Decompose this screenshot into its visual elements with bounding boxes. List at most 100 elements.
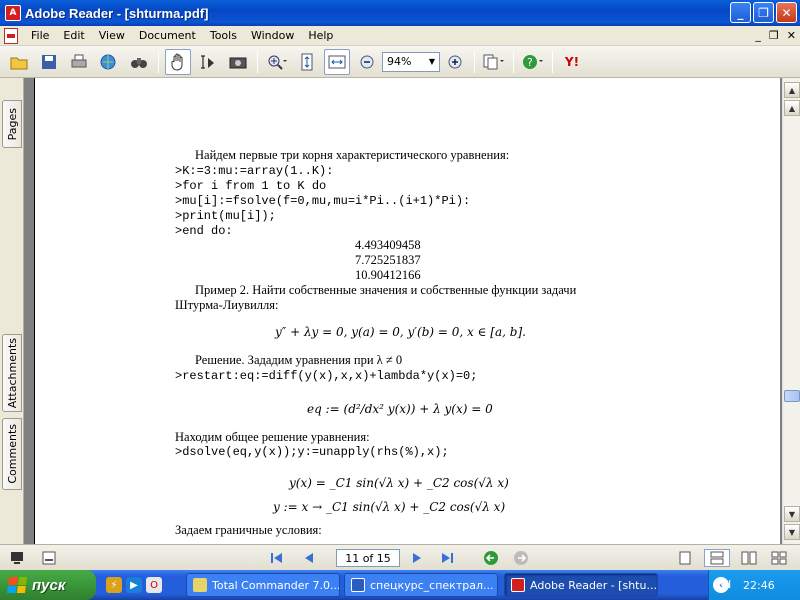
svg-text:?: ? xyxy=(527,56,533,69)
previous-page-icon[interactable] xyxy=(300,549,318,567)
go-forward-icon[interactable] xyxy=(512,549,530,567)
scroll-page-up-icon[interactable]: ▲ xyxy=(784,100,800,116)
single-page-view-icon[interactable] xyxy=(676,549,694,567)
tab-attachments-label: Attachments xyxy=(5,337,19,409)
select-text-icon[interactable] xyxy=(195,49,221,75)
page-number-field[interactable]: 11 of 15 xyxy=(336,549,400,567)
yahoo-icon[interactable]: Y! xyxy=(559,49,585,75)
pdf-page: Найдем первые три корня характеристическ… xyxy=(34,78,780,544)
zoom-level-value: 94% xyxy=(387,55,412,68)
task-total-commander[interactable]: Total Commander 7.0... xyxy=(186,573,340,597)
tab-comments[interactable]: Comments xyxy=(2,418,22,490)
word-document-icon xyxy=(351,578,365,592)
doc-text-line: Решение. Зададим уравнения при λ ≠ 0 xyxy=(195,353,403,367)
print-icon[interactable] xyxy=(66,49,92,75)
quick-launch-app-icon[interactable]: ⚡ xyxy=(106,577,122,593)
binoculars-icon[interactable] xyxy=(126,49,152,75)
zoom-in-tool-icon[interactable] xyxy=(264,49,290,75)
snapshot-camera-icon[interactable] xyxy=(225,49,251,75)
menu-file[interactable]: File xyxy=(24,27,56,44)
close-button[interactable]: ✕ xyxy=(776,2,797,23)
menu-bar: File Edit View Document Tools Window Hel… xyxy=(0,26,800,46)
doc-code-line: >for i from 1 to K do xyxy=(175,179,327,193)
open-folder-icon[interactable] xyxy=(6,49,32,75)
zoom-out-icon[interactable] xyxy=(354,49,380,75)
menu-tools[interactable]: Tools xyxy=(203,27,244,44)
task-adobe-reader[interactable]: Adobe Reader - [shtu... xyxy=(504,573,658,597)
doc-equation: y(x) = _C1 sin(√λ x) + _C2 cos(√λ x) xyxy=(289,476,509,490)
email-globe-icon[interactable] xyxy=(96,49,122,75)
task-label: спецкурс_спектрал... xyxy=(370,578,494,592)
doc-text-line: Найдем первые три корня характеристическ… xyxy=(195,148,510,162)
scroll-down-icon[interactable]: ▼ xyxy=(784,524,800,540)
tab-pages-label: Pages xyxy=(5,107,19,141)
tab-pages[interactable]: Pages xyxy=(2,100,22,148)
scroll-up-icon[interactable]: ▲ xyxy=(784,82,800,98)
minimize-button[interactable]: _ xyxy=(730,2,751,23)
scroll-thumb[interactable] xyxy=(784,390,800,402)
start-label: пуск xyxy=(32,576,66,594)
toolbar-separator xyxy=(552,50,553,73)
media-player-icon[interactable]: ▶ xyxy=(126,577,142,593)
toolbar-separator xyxy=(474,50,475,73)
continuous-view-icon[interactable] xyxy=(704,549,730,567)
next-page-icon[interactable] xyxy=(408,549,426,567)
menu-window[interactable]: Window xyxy=(244,27,301,44)
doc-restore-button[interactable]: ❐ xyxy=(769,29,779,42)
doc-output-value: 10.90412166 xyxy=(355,268,421,282)
adobe-reader-icon: A xyxy=(5,5,21,21)
quick-launch: ⚡ ▶ O xyxy=(106,577,162,593)
doc-text-line: Штурма-Лиувилля: xyxy=(175,298,279,312)
save-icon[interactable] xyxy=(36,49,62,75)
menu-document[interactable]: Document xyxy=(132,27,203,44)
doc-code-line: >dsolve(eq,y(x));y:=unapply(rhs(%),x); xyxy=(175,445,449,459)
start-button[interactable]: пуск xyxy=(0,570,96,600)
zoom-in-icon[interactable] xyxy=(442,49,468,75)
hand-tool-icon[interactable] xyxy=(165,48,191,75)
last-page-icon[interactable] xyxy=(438,549,456,567)
windows-logo-icon xyxy=(6,577,28,593)
facing-view-icon[interactable] xyxy=(740,549,758,567)
total-commander-icon xyxy=(193,578,207,592)
doc-minimize-button[interactable]: _ xyxy=(755,29,761,42)
chevron-down-icon[interactable]: ▼ xyxy=(425,53,439,71)
task-label: Total Commander 7.0... xyxy=(212,578,340,592)
menu-help[interactable]: Help xyxy=(301,27,340,44)
doc-equation: eq := (d²/dx² y(x)) + λ y(x) = 0 xyxy=(307,402,493,416)
pdf-document-icon[interactable] xyxy=(4,27,18,44)
page-thumbnail-icon[interactable] xyxy=(40,549,58,567)
doc-text-line: Задаем граничные условия: xyxy=(175,523,322,537)
page-layout-icon[interactable] xyxy=(481,49,507,75)
doc-text-line: Находим общее решение уравнения: xyxy=(175,430,370,444)
navigation-pane: Pages Attachments Comments xyxy=(0,78,24,544)
toolbar-separator xyxy=(513,50,514,73)
zoom-level-field[interactable]: 94% ▼ xyxy=(382,51,440,72)
windows-taskbar: пуск ⚡ ▶ O Total Commander 7.0... спецку… xyxy=(0,570,800,600)
language-indicator[interactable]: EN xyxy=(716,578,731,591)
fit-width-icon[interactable] xyxy=(324,48,350,75)
document-view[interactable]: Найдем первые три корня характеристическ… xyxy=(24,78,782,544)
first-page-icon[interactable] xyxy=(268,549,286,567)
fit-height-icon[interactable] xyxy=(294,49,320,75)
toolbar-separator xyxy=(257,50,258,73)
menu-view[interactable]: View xyxy=(92,27,132,44)
help-icon[interactable]: ? xyxy=(520,49,546,75)
scroll-page-down-icon[interactable]: ▼ xyxy=(784,506,800,522)
doc-code-line: >mu[i]:=fsolve(f=0,mu,mu=i*Pi..(i+1)*Pi)… xyxy=(175,194,471,208)
continuous-facing-view-icon[interactable] xyxy=(770,549,788,567)
opera-icon[interactable]: O xyxy=(146,577,162,593)
menu-edit[interactable]: Edit xyxy=(56,27,91,44)
doc-equation: y″ + λy = 0, y(a) = 0, y′(b) = 0, x ∈ [a… xyxy=(275,325,526,339)
title-bar: A Adobe Reader - [shturma.pdf] _ ❐ ✕ xyxy=(0,0,800,26)
tab-attachments[interactable]: Attachments xyxy=(2,334,22,412)
doc-code-line: >K:=3:mu:=array(1..K): xyxy=(175,164,334,178)
go-back-icon[interactable] xyxy=(482,549,500,567)
maximize-button[interactable]: ❐ xyxy=(753,2,774,23)
clock[interactable]: 22:46 xyxy=(743,579,775,592)
monitor-icon[interactable] xyxy=(8,549,26,567)
vertical-scrollbar[interactable]: ▲ ▲ ▼ ▼ xyxy=(782,78,800,544)
window-title: Adobe Reader - [shturma.pdf] xyxy=(25,5,209,21)
doc-close-button[interactable]: ✕ xyxy=(787,29,796,42)
toolbar-separator xyxy=(158,50,159,73)
task-word-document[interactable]: спецкурс_спектрал... xyxy=(344,573,498,597)
